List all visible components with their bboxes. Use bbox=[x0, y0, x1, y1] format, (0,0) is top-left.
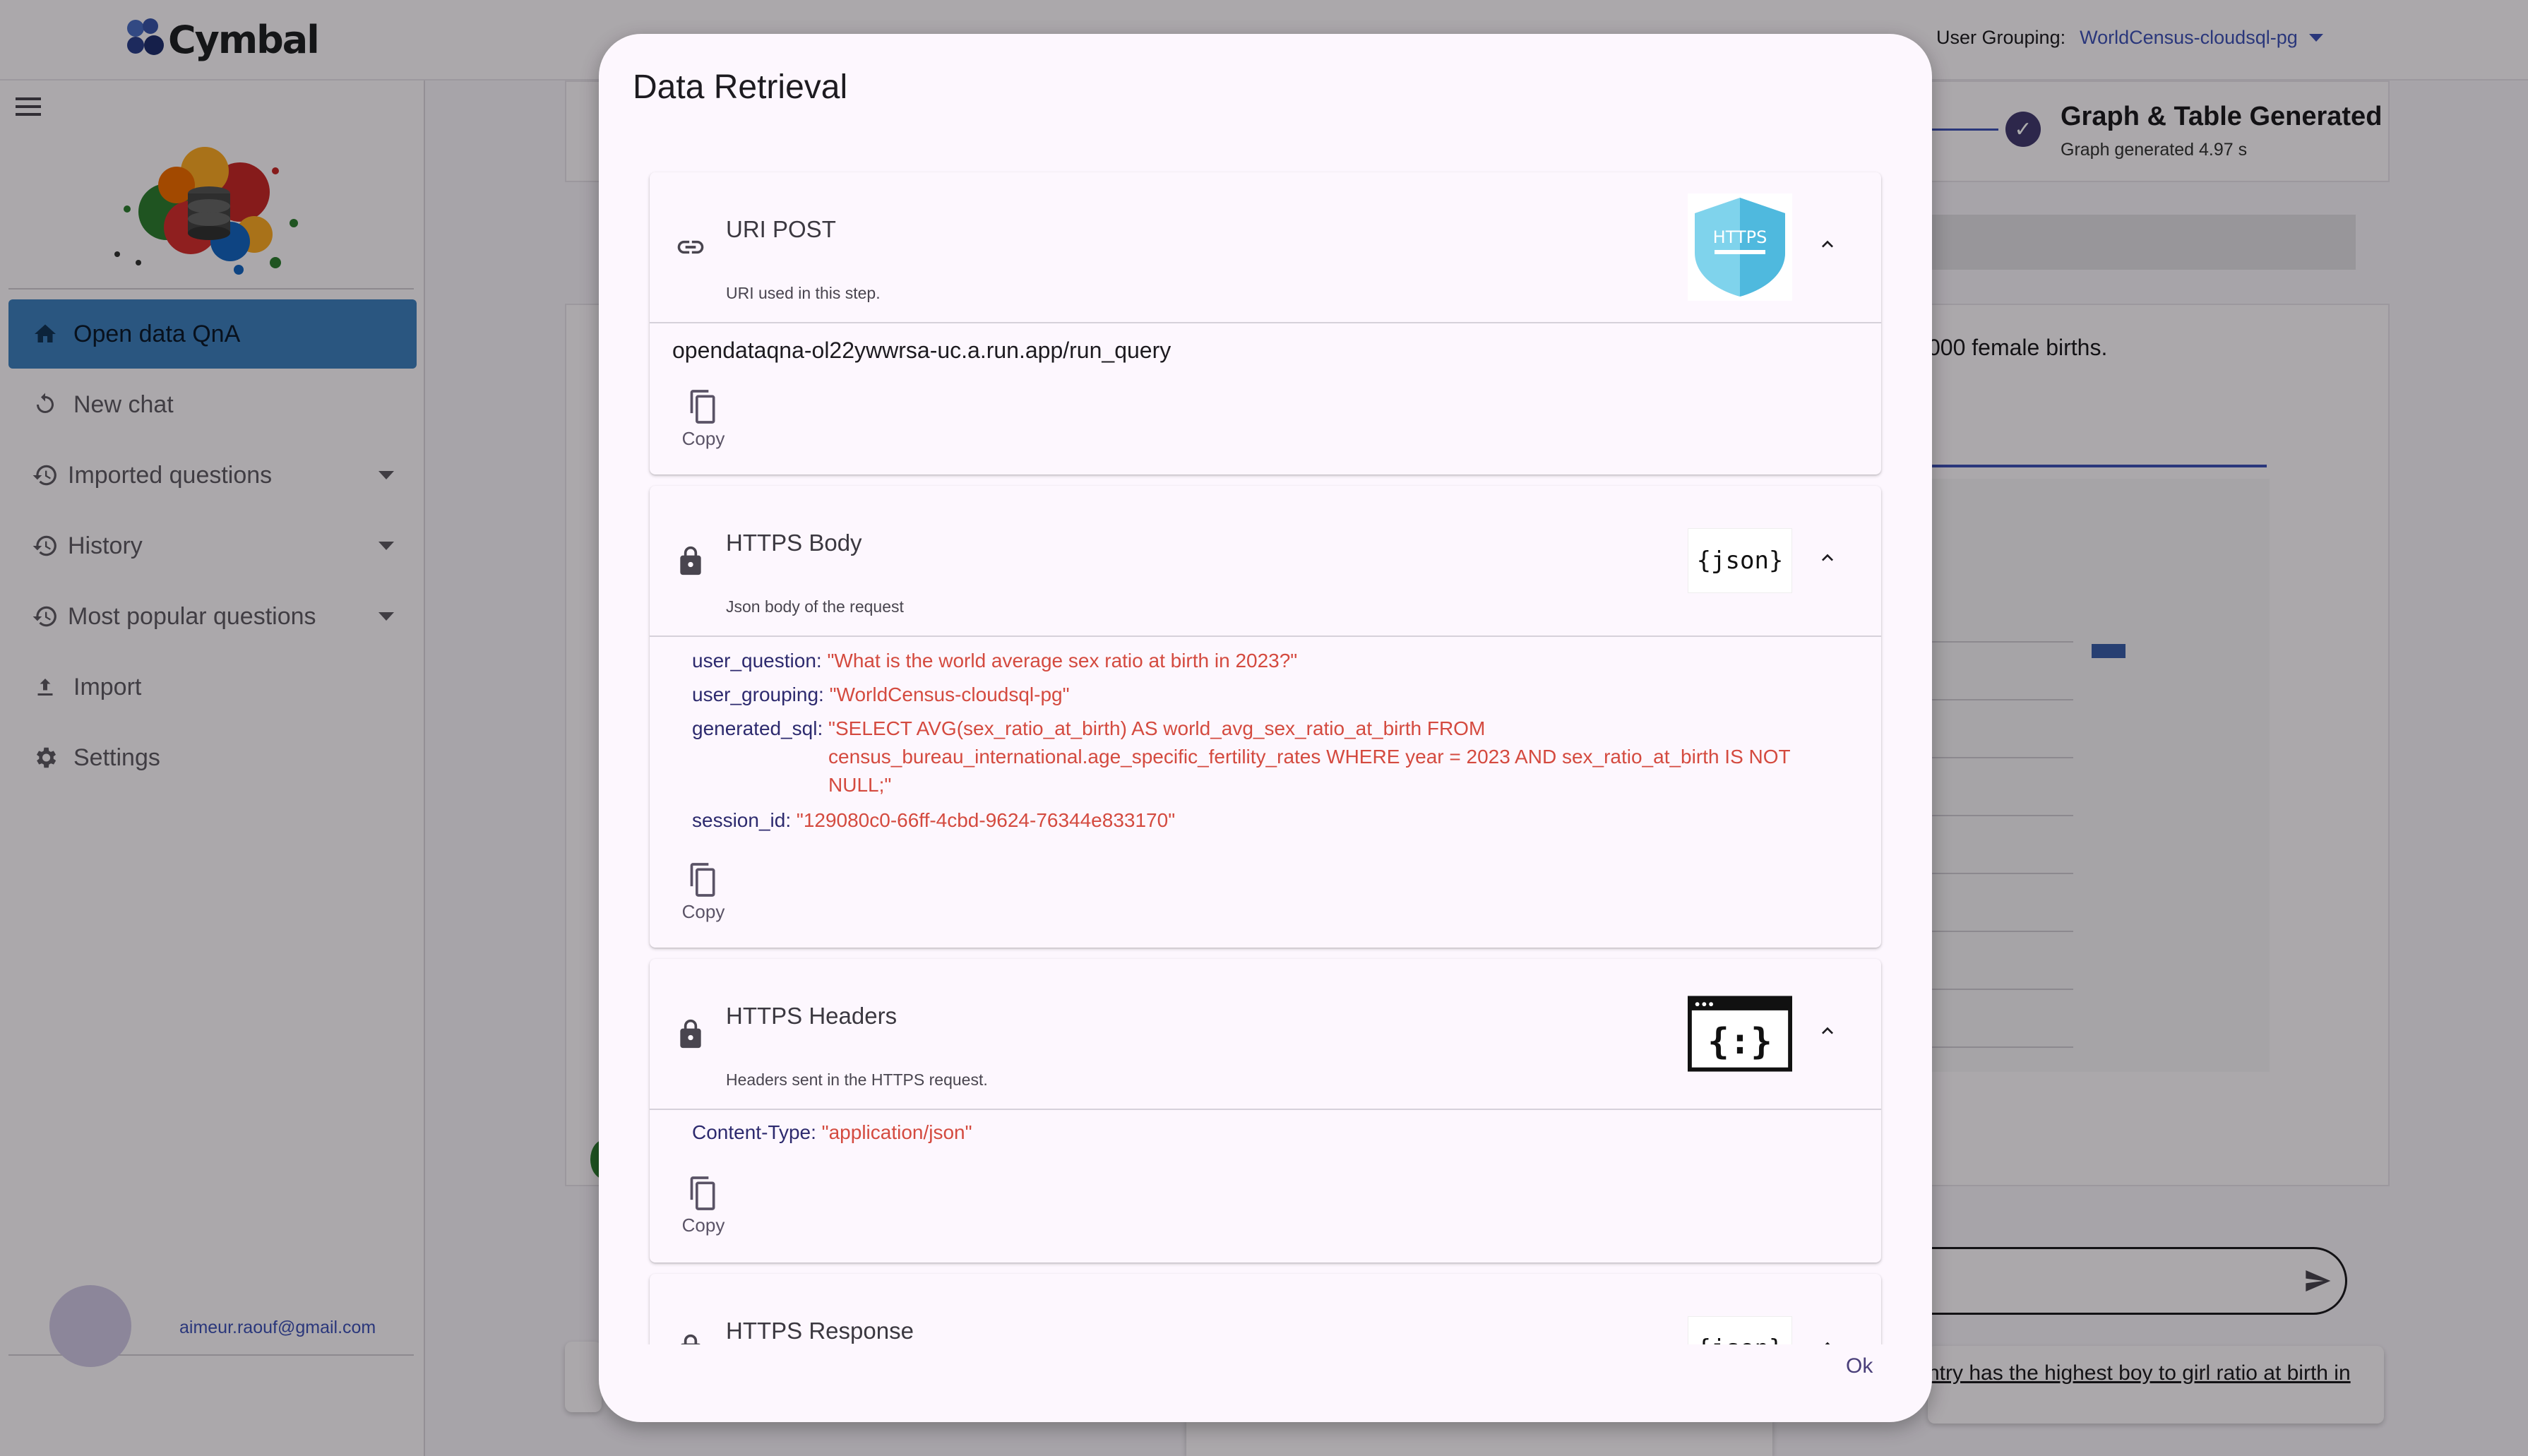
copy-icon bbox=[690, 390, 715, 424]
headers-badge-text: {:} bbox=[1707, 1020, 1772, 1062]
link-icon bbox=[675, 232, 706, 263]
https-headers-panel: HTTPS Headers Headers sent in the HTTPS … bbox=[650, 959, 1881, 1263]
json-key: user_question bbox=[692, 650, 816, 672]
https-body-panel: HTTPS Body Json body of the request {jso… bbox=[650, 486, 1881, 948]
copy-button[interactable]: Copy bbox=[678, 861, 729, 939]
lock-icon bbox=[675, 1333, 706, 1344]
json-row-session-id: session_id: "129080c0-66ff-4cbd-9624-763… bbox=[692, 809, 1176, 831]
copy-label: Copy bbox=[681, 1215, 725, 1236]
json-value: "application/json" bbox=[821, 1121, 972, 1143]
panel-header[interactable]: HTTPS Headers Headers sent in the HTTPS … bbox=[650, 959, 1881, 1110]
copy-label: Copy bbox=[681, 901, 725, 922]
json-key: Content-Type bbox=[692, 1121, 811, 1143]
panel-header[interactable]: HTTPS Response {json} bbox=[650, 1274, 1881, 1344]
copy-button[interactable]: Copy bbox=[678, 1175, 729, 1253]
panel-title: URI POST bbox=[726, 216, 836, 242]
uri-post-panel: URI POST URI used in this step. HTTPS op… bbox=[650, 172, 1881, 475]
chevron-up-icon[interactable] bbox=[1816, 233, 1839, 256]
json-value: "129080c0-66ff-4cbd-9624-76344e833170" bbox=[796, 809, 1176, 831]
json-row-user-grouping: user_grouping: "WorldCensus-cloudsql-pg" bbox=[692, 684, 1070, 705]
dialog-title: Data Retrieval bbox=[633, 68, 848, 106]
json-badge-text: {json} bbox=[1688, 528, 1792, 593]
json-badge-icon: {json} bbox=[1688, 507, 1792, 614]
panel-description: Headers sent in the HTTPS request. bbox=[726, 1070, 988, 1089]
https-response-panel: HTTPS Response {json} bbox=[650, 1274, 1881, 1344]
dialog-content[interactable]: URI POST URI used in this step. HTTPS op… bbox=[599, 134, 1932, 1344]
copy-label: Copy bbox=[681, 428, 725, 449]
copy-icon bbox=[690, 1176, 715, 1210]
json-row-content-type: Content-Type: "application/json" bbox=[692, 1121, 972, 1143]
lock-icon bbox=[675, 1018, 706, 1049]
panel-title: HTTPS Response bbox=[726, 1318, 914, 1344]
json-key: session_id bbox=[692, 809, 786, 831]
lock-icon bbox=[675, 545, 706, 576]
panel-title: HTTPS Headers bbox=[726, 1003, 898, 1029]
browser-code-icon: {:} bbox=[1688, 980, 1792, 1087]
data-retrieval-dialog: Data Retrieval URI POST URI used in this… bbox=[599, 34, 1932, 1422]
copy-button[interactable]: Copy bbox=[678, 388, 729, 466]
panel-header[interactable]: URI POST URI used in this step. HTTPS bbox=[650, 172, 1881, 323]
panel-description: Json body of the request bbox=[726, 597, 904, 616]
panel-description: URI used in this step. bbox=[726, 284, 881, 302]
https-shield-icon: HTTPS bbox=[1688, 193, 1792, 301]
copy-icon bbox=[690, 863, 715, 897]
chevron-up-icon[interactable] bbox=[1816, 1020, 1839, 1042]
json-badge-text: {json} bbox=[1688, 1316, 1792, 1344]
json-badge-icon: {json} bbox=[1688, 1295, 1792, 1344]
uri-value: opendataqna-ol22ywwrsa-uc.a.run.app/run_… bbox=[672, 338, 1171, 363]
json-value: "What is the world average sex ratio at … bbox=[827, 650, 1298, 672]
json-row-user-question: user_question: "What is the world averag… bbox=[692, 650, 1298, 672]
https-badge-text: HTTPS bbox=[1713, 227, 1767, 247]
json-row-generated-sql: generated_sql: "SELECT AVG(sex_ratio_at_… bbox=[692, 715, 1817, 799]
json-value: "SELECT AVG(sex_ratio_at_birth) AS world… bbox=[828, 717, 1791, 796]
panel-title: HTTPS Body bbox=[726, 530, 862, 556]
chevron-up-icon[interactable] bbox=[1816, 1335, 1839, 1344]
panel-header[interactable]: HTTPS Body Json body of the request {jso… bbox=[650, 486, 1881, 637]
json-key: user_grouping bbox=[692, 684, 819, 705]
ok-button[interactable]: Ok bbox=[1846, 1354, 1873, 1378]
json-value: "WorldCensus-cloudsql-pg" bbox=[829, 684, 1070, 705]
chevron-up-icon[interactable] bbox=[1816, 547, 1839, 569]
json-key: generated_sql bbox=[692, 717, 818, 739]
